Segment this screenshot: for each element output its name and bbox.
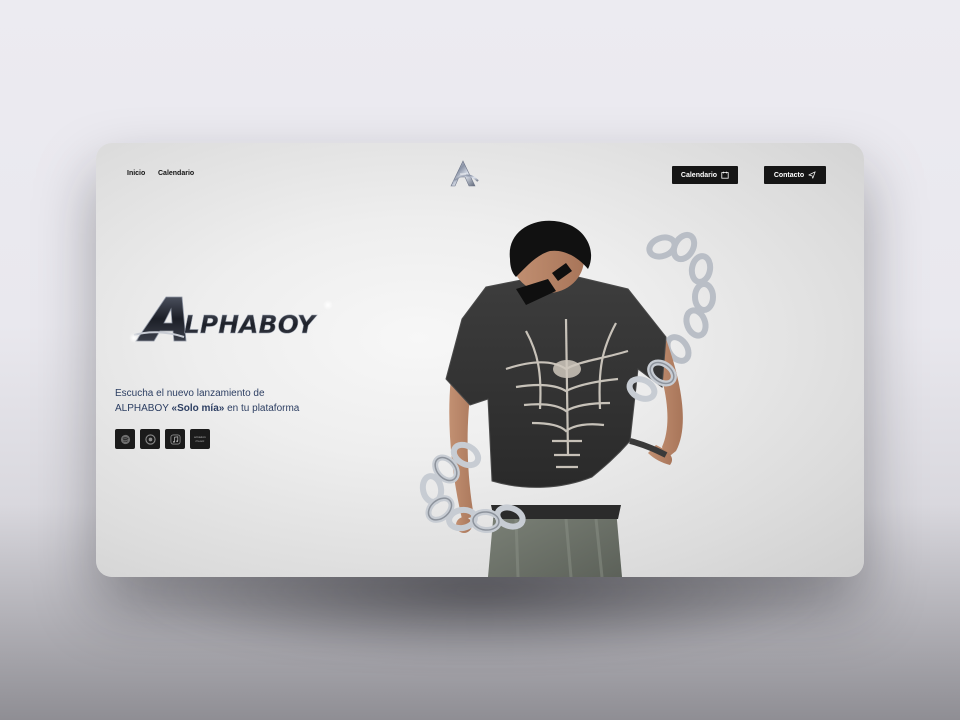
tagline-release-title: «Solo mía» [171,403,225,414]
nav-calendario-link[interactable]: Calendario [158,170,194,177]
hero-model-image [419,220,716,577]
release-tagline: Escucha el nuevo lanzamiento de ALPHABOY… [115,386,335,416]
calendar-icon [721,171,729,179]
amazon-music-bottom: music [195,439,205,443]
tagline-line-2: ALPHABOY «Solo mía» en tu plataforma [115,401,335,416]
tagline-artist: ALPHABOY [115,403,169,414]
platform-links: amazon music [115,429,210,449]
send-icon [808,171,816,179]
contact-button-label: Contacto [773,171,805,179]
svg-text:LPHABOY: LPHABOY [184,310,318,339]
disc-platform-button[interactable] [140,429,160,449]
landing-card: Inicio Calendario Calendario Contacto LP… [96,143,864,577]
tagline-suffix: en tu plataforma [224,403,300,414]
apple-music-button[interactable] [165,429,185,449]
alphaboy-logo-icon[interactable] [448,159,480,189]
calendar-button-label: Calendario [680,171,718,179]
spotify-icon [120,434,130,444]
spotify-button[interactable] [115,429,135,449]
apple-music-icon [170,434,180,444]
nav-inicio-link[interactable]: Inicio [127,170,145,177]
amazon-music-icon: amazon music [194,435,206,443]
amazon-music-button[interactable]: amazon music [190,429,210,449]
alphaboy-wordmark: LPHABOY [129,296,333,343]
calendar-button[interactable]: Calendario [672,166,738,184]
disc-icon [144,433,156,445]
contact-button[interactable]: Contacto [764,166,826,184]
tagline-line-1: Escucha el nuevo lanzamiento de [115,388,265,399]
